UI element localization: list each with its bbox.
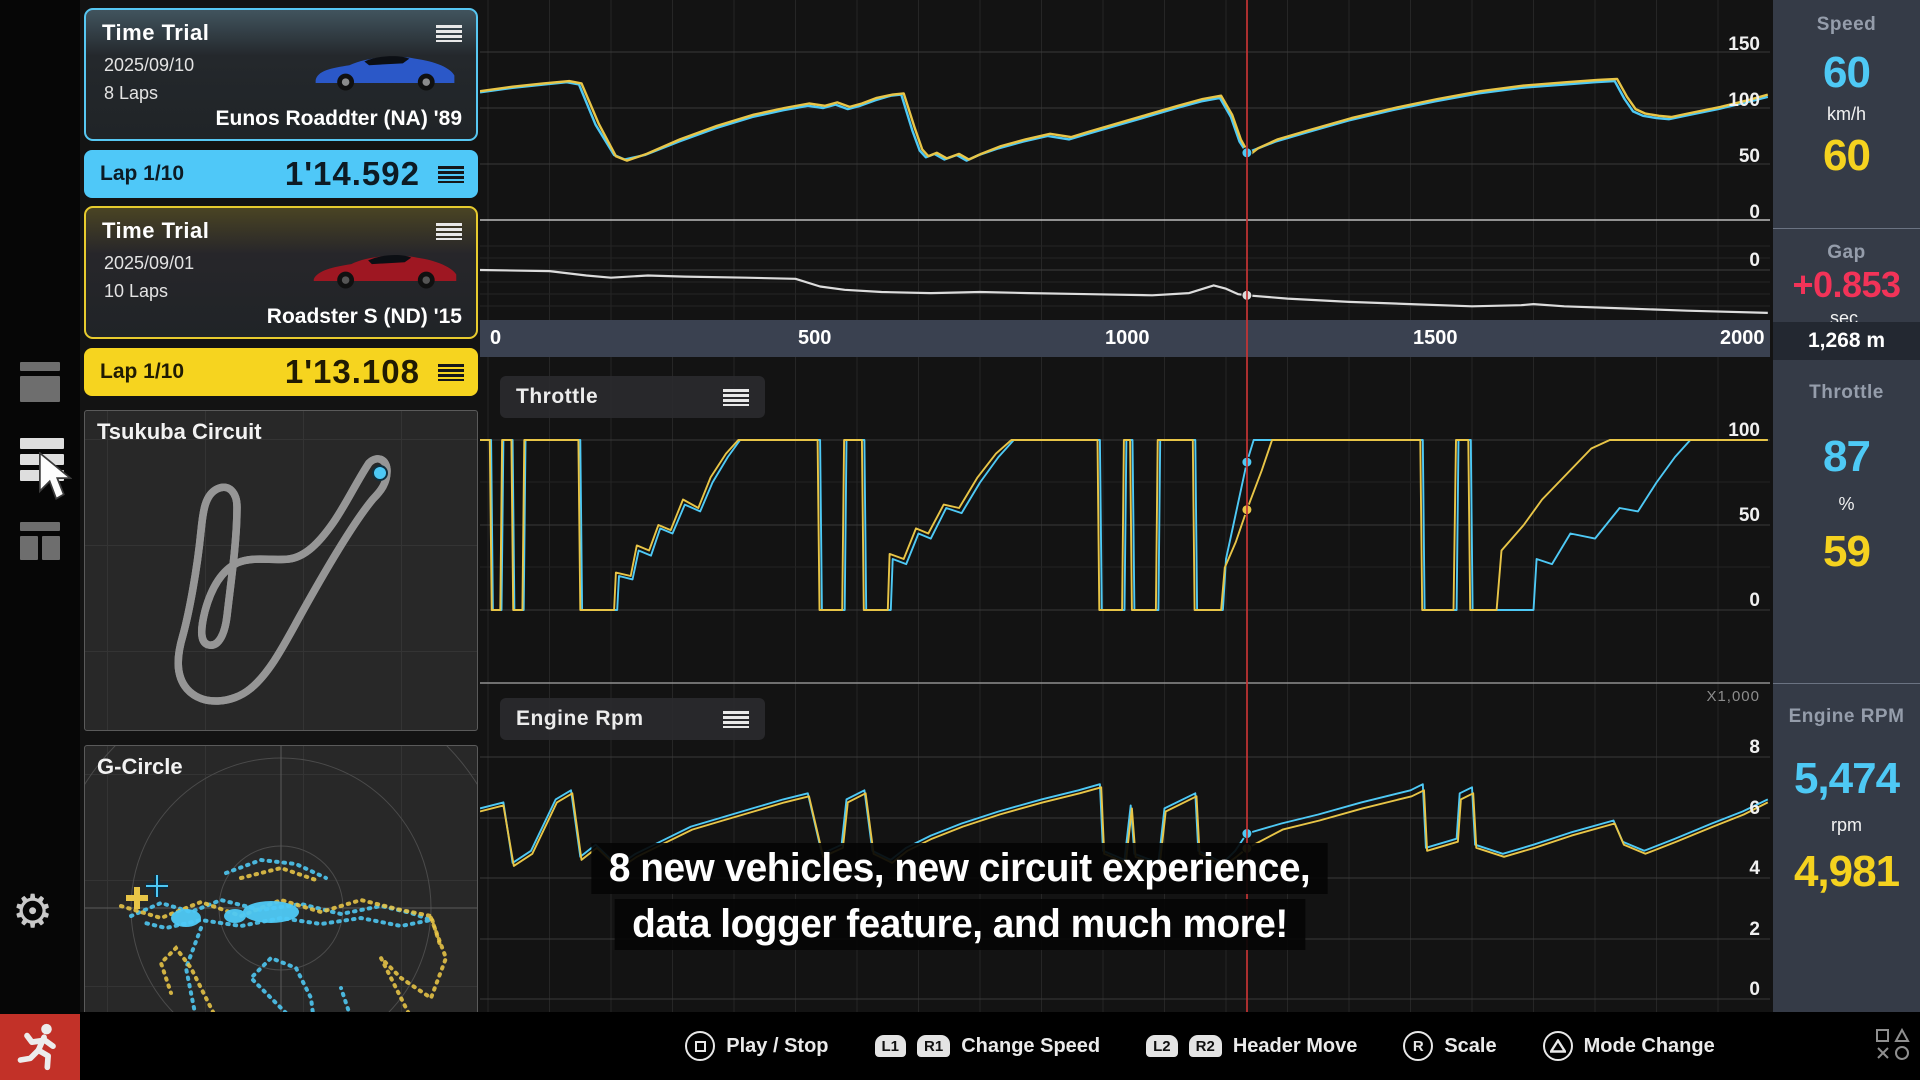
triangle-button-icon — [1543, 1031, 1573, 1061]
lap-time-bar-yellow[interactable]: Lap 1/10 1'13.108 — [84, 348, 478, 396]
speed-value-blue: 60 — [1773, 50, 1920, 96]
axis-tick-label: 6 — [1680, 800, 1760, 818]
control-label: Scale — [1444, 1035, 1496, 1058]
throttle-block: Throttle 87 % 59 — [1773, 382, 1920, 575]
square-button-icon — [685, 1031, 715, 1061]
rpm-chart-header[interactable]: Engine Rpm — [500, 698, 765, 740]
r1-key-icon: R1 — [917, 1035, 950, 1057]
subtitle-line-1: 8 new vehicles, new circuit experience, — [592, 843, 1328, 894]
ruler-tick: 1000 — [1105, 327, 1150, 350]
menu-icon[interactable] — [723, 389, 749, 406]
ruler-tick: 2000 — [1720, 327, 1765, 350]
exit-runner-button[interactable] — [0, 1014, 80, 1080]
axis-tick-label: 0 — [1680, 204, 1760, 222]
runner-icon — [14, 1021, 66, 1073]
playstation-shapes-logo — [1874, 1026, 1912, 1069]
control-label: Play / Stop — [726, 1035, 828, 1058]
controls-bar: Play / Stop L1 R1 Change Speed L2 R2 Hea… — [80, 1012, 1920, 1080]
ruler-tick: 1500 — [1413, 327, 1458, 350]
speed-block: Speed 60 km/h 60 — [1773, 14, 1920, 179]
distance-ruler[interactable]: 0 500 1000 1500 2000 — [480, 320, 1770, 357]
header-move-control[interactable]: L2 R2 Header Move — [1146, 1035, 1357, 1058]
axis-tick-label: 0 — [1680, 252, 1760, 270]
tsukuba-track-map — [85, 411, 477, 730]
mouse-cursor — [36, 452, 72, 507]
l2-key-icon: L2 — [1146, 1035, 1178, 1057]
menu-icon[interactable] — [438, 166, 464, 183]
menu-icon[interactable] — [436, 25, 462, 42]
speed-unit: km/h — [1773, 104, 1920, 125]
car-image-red-roadster — [310, 242, 460, 295]
speed-label: Speed — [1773, 14, 1920, 36]
scale-control[interactable]: R Scale — [1403, 1031, 1496, 1061]
gap-value: +0.853 — [1773, 264, 1920, 306]
ruler-tick: 0 — [490, 327, 501, 350]
control-label: Header Move — [1233, 1035, 1358, 1058]
speed-series-yellow — [480, 79, 1768, 161]
gap-block: Gap +0.853 sec. — [1773, 242, 1920, 329]
change-speed-control[interactable]: L1 R1 Change Speed — [875, 1035, 1101, 1058]
rpm-label: Engine RPM — [1773, 706, 1920, 728]
control-label: Mode Change — [1584, 1035, 1715, 1058]
track-panel-title: Tsukuba Circuit — [97, 419, 262, 445]
l1-key-icon: L1 — [875, 1035, 907, 1057]
rpm-unit: rpm — [1773, 815, 1920, 836]
mode-change-control[interactable]: Mode Change — [1543, 1031, 1715, 1061]
layout-single-icon[interactable] — [20, 362, 60, 402]
track-map-panel[interactable]: Tsukuba Circuit — [84, 410, 478, 731]
throttle-value-yellow: 59 — [1773, 529, 1920, 575]
axis-tick-label: 8 — [1680, 739, 1760, 757]
throttle-unit: % — [1773, 494, 1920, 515]
control-label: Change Speed — [961, 1035, 1100, 1058]
lap-label: Lap 1/10 — [100, 162, 184, 186]
layout-split-icon[interactable] — [20, 522, 60, 560]
promo-subtitle: 8 new vehicles, new circuit experience, … — [0, 843, 1920, 950]
gap-label: Gap — [1773, 242, 1920, 264]
lap-time: 1'14.592 — [285, 155, 420, 193]
session-card-2[interactable]: Time Trial 2025/09/01 10 Laps Roadster S… — [84, 206, 478, 339]
speed-value-yellow: 60 — [1773, 133, 1920, 179]
axis-tick-label: 50 — [1680, 148, 1760, 166]
car-name: Roadster S (ND) '15 — [267, 305, 462, 329]
gcircle-panel-title: G-Circle — [97, 754, 183, 780]
throttle-chart-header[interactable]: Throttle — [500, 376, 765, 418]
r-stick-icon: R — [1403, 1031, 1433, 1061]
menu-icon[interactable] — [438, 364, 464, 381]
ruler-tick: 500 — [798, 327, 831, 350]
rpm-value-blue: 5,474 — [1773, 756, 1920, 802]
card-title: Time Trial — [102, 218, 209, 244]
play-stop-control[interactable]: Play / Stop — [685, 1031, 828, 1061]
throttle-value-blue: 87 — [1773, 434, 1920, 480]
lap-time-bar-blue[interactable]: Lap 1/10 1'14.592 — [84, 150, 478, 198]
r2-key-icon: R2 — [1189, 1035, 1222, 1057]
subtitle-line-2: data logger feature, and much more! — [615, 899, 1306, 950]
car-image-blue-roadster — [310, 44, 460, 97]
axis-tick-label: 0 — [1680, 981, 1760, 999]
menu-icon[interactable] — [723, 711, 749, 728]
axis-tick-label: 150 — [1680, 36, 1760, 54]
car-name: Eunos Roaddter (NA) '89 — [215, 107, 462, 131]
throttle-label: Throttle — [1773, 382, 1920, 404]
rpm-scale-note: X1,000 — [1706, 688, 1760, 705]
card-title: Time Trial — [102, 20, 209, 46]
session-card-1[interactable]: Time Trial 2025/09/10 8 Laps Eunos Roadd… — [84, 8, 478, 141]
axis-tick-label: 100 — [1680, 92, 1760, 110]
distance-value: 1,268 m — [1773, 322, 1920, 360]
rpm-chart-title: Engine Rpm — [516, 707, 644, 731]
axis-tick-label: 0 — [1680, 592, 1760, 610]
lap-label: Lap 1/10 — [100, 360, 184, 384]
axis-tick-label: 50 — [1680, 507, 1760, 525]
gt-data-logger-screen: 0 500 1000 1500 2000 Throttle X1,000 Eng… — [0, 0, 1920, 1080]
car-position-dot — [373, 466, 387, 480]
axis-tick-label: 100 — [1680, 422, 1760, 440]
throttle-chart-title: Throttle — [516, 385, 598, 409]
menu-icon[interactable] — [436, 223, 462, 240]
lap-time: 1'13.108 — [285, 353, 420, 391]
